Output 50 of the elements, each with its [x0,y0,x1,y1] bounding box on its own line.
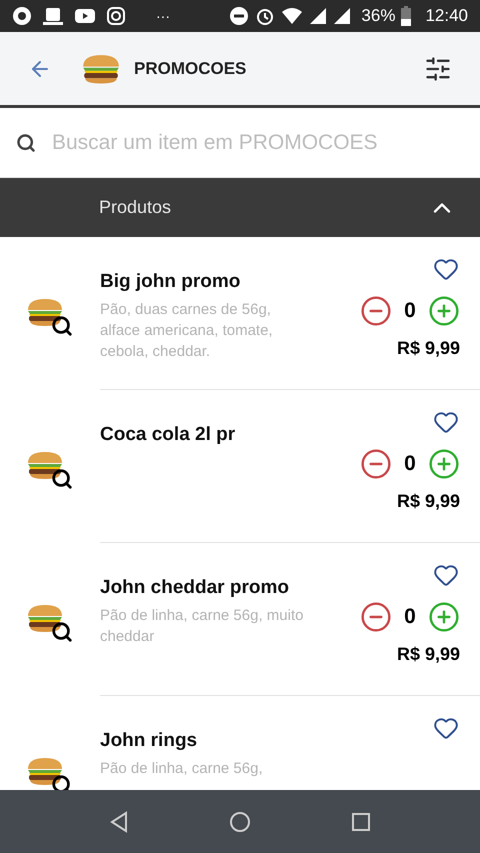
decrease-button[interactable] [360,601,392,633]
decrease-button[interactable] [360,295,392,327]
product-price: R$ 9,99 [396,337,460,360]
increase-button[interactable] [428,601,460,633]
increase-button[interactable] [428,295,460,327]
quantity-value: 0 [404,451,416,478]
burger-drawing [25,603,65,633]
product-description: Pão de linha, carne 56g, [100,759,264,779]
product-name: Coca cola 2l pr [100,423,236,447]
burger-drawing [25,450,65,480]
video-icon [74,7,96,25]
search-icon [16,132,36,152]
product-price: R$ 9,99 [396,643,460,666]
product-name: John cheddar promo [100,576,290,600]
search-field[interactable]: Buscar um item em PROMOCOES [52,126,464,158]
camera-icon [106,6,126,26]
burger-drawing [25,756,65,786]
search-icon[interactable] [51,468,73,490]
recents-nav-icon[interactable] [351,812,371,832]
burger-drawing [25,297,65,327]
section-header[interactable]: Produtos [0,178,480,237]
filter-button[interactable] [424,54,452,82]
more-notifications: ··· [156,6,170,26]
burger-drawing [80,52,122,84]
search-icon[interactable] [51,621,73,643]
hat-icon [42,6,64,26]
alarm-icon [255,6,276,26]
product-description: Pão, duas carnes de 56g, alface americana, tomate, cebola, cheddar. [100,300,274,362]
product-name: John rings [100,729,198,753]
search-icon[interactable] [51,774,73,790]
product-name: Big john promo [100,270,242,294]
increase-button[interactable] [428,448,460,480]
do-not-disturb-icon [229,6,250,26]
product-description: Pão de linha, carne 56g, muito cheddar [100,606,304,647]
home-nav-icon[interactable] [229,810,251,832]
product-price: R$ 9,99 [396,490,460,513]
decrease-button[interactable] [360,448,392,480]
signal-icon [333,7,352,25]
wifi-icon [281,7,304,25]
play-circle-icon [12,6,32,26]
section-title: Produtos [99,196,172,219]
search-icon[interactable] [51,315,73,337]
page-title: PROMOCOES [134,58,246,80]
back-nav-icon[interactable] [109,810,129,832]
battery-percent: 36% [361,5,396,28]
battery-icon [401,6,412,26]
quantity-value: 0 [404,298,416,324]
signal-icon [309,7,328,25]
quantity-value: 0 [404,604,416,630]
clock-time: 12:40 [425,5,468,28]
